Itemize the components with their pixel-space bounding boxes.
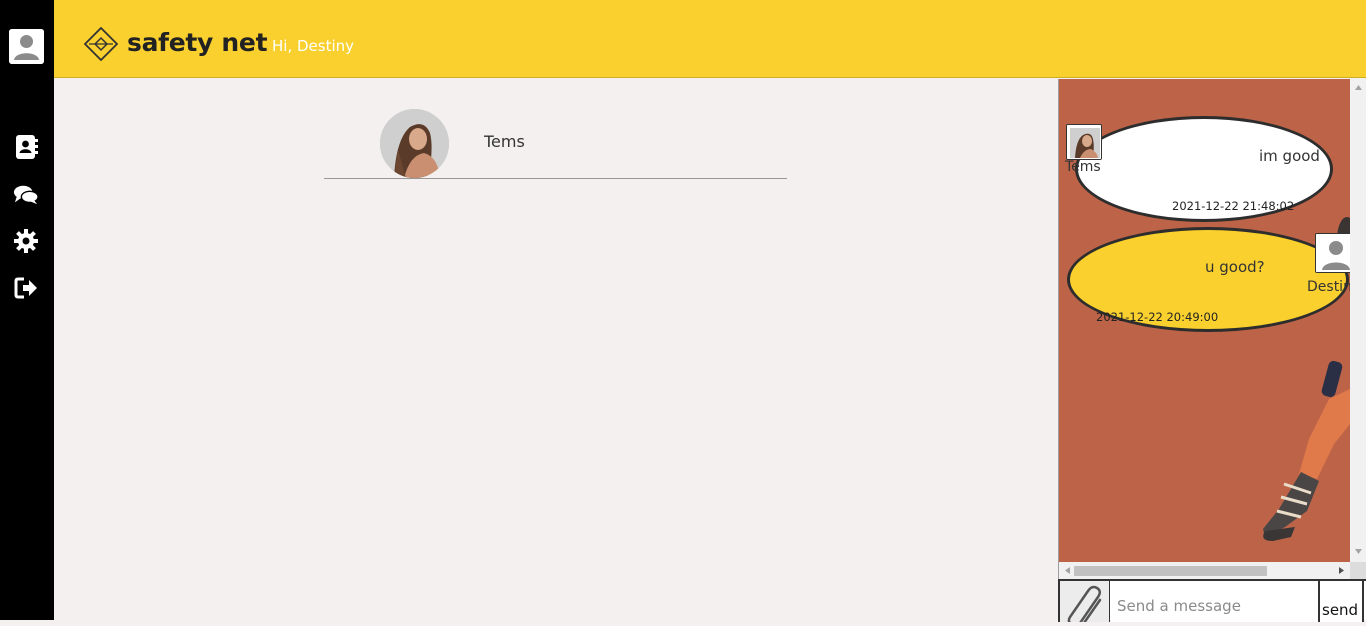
contact-item[interactable]: Tems — [324, 109, 787, 179]
contacts-panel: Tems — [54, 79, 1058, 620]
chat-messages[interactable]: im good 2021-12-22 21:48:02 Tems u good?… — [1059, 79, 1350, 562]
destiny-avatar — [1315, 233, 1350, 273]
header: safety net Hi, Destiny — [54, 0, 1366, 78]
incoming-message-bubble: im good 2021-12-22 21:48:02 — [1075, 116, 1333, 222]
message-timestamp: 2021-12-22 20:49:00 — [1096, 310, 1219, 324]
gear-icon[interactable] — [13, 228, 39, 254]
send-button[interactable]: send — [1318, 581, 1364, 622]
address-book-icon[interactable] — [13, 134, 39, 160]
sign-out-icon[interactable] — [13, 275, 39, 301]
message-input[interactable] — [1111, 581, 1318, 622]
message-text: im good — [1259, 147, 1320, 165]
message-timestamp: 2021-12-22 21:48:02 — [1172, 199, 1295, 213]
app-title: safety net — [127, 28, 268, 57]
paperclip-icon[interactable] — [1058, 581, 1110, 626]
greeting: Hi, Destiny — [272, 37, 355, 55]
tems-avatar — [1066, 124, 1102, 160]
scrollbar-thumb[interactable] — [1074, 566, 1267, 576]
message-sender: Tems — [1065, 159, 1101, 175]
message-composer: send — [1058, 579, 1366, 626]
vertical-scrollbar[interactable] — [1350, 79, 1366, 562]
contact-name: Tems — [484, 132, 525, 151]
chat-panel: im good 2021-12-22 21:48:02 Tems u good?… — [1058, 79, 1366, 620]
scrollbar-corner — [1350, 562, 1366, 579]
contact-avatar — [380, 109, 449, 178]
message-text: u good? — [1205, 258, 1265, 276]
sidebar — [0, 0, 54, 620]
comments-icon[interactable] — [13, 182, 39, 208]
horizontal-scrollbar[interactable] — [1059, 562, 1350, 579]
user-avatar-icon[interactable] — [9, 29, 44, 64]
logo-diamond-icon — [83, 26, 119, 62]
message-sender: Destiny — [1307, 279, 1350, 295]
